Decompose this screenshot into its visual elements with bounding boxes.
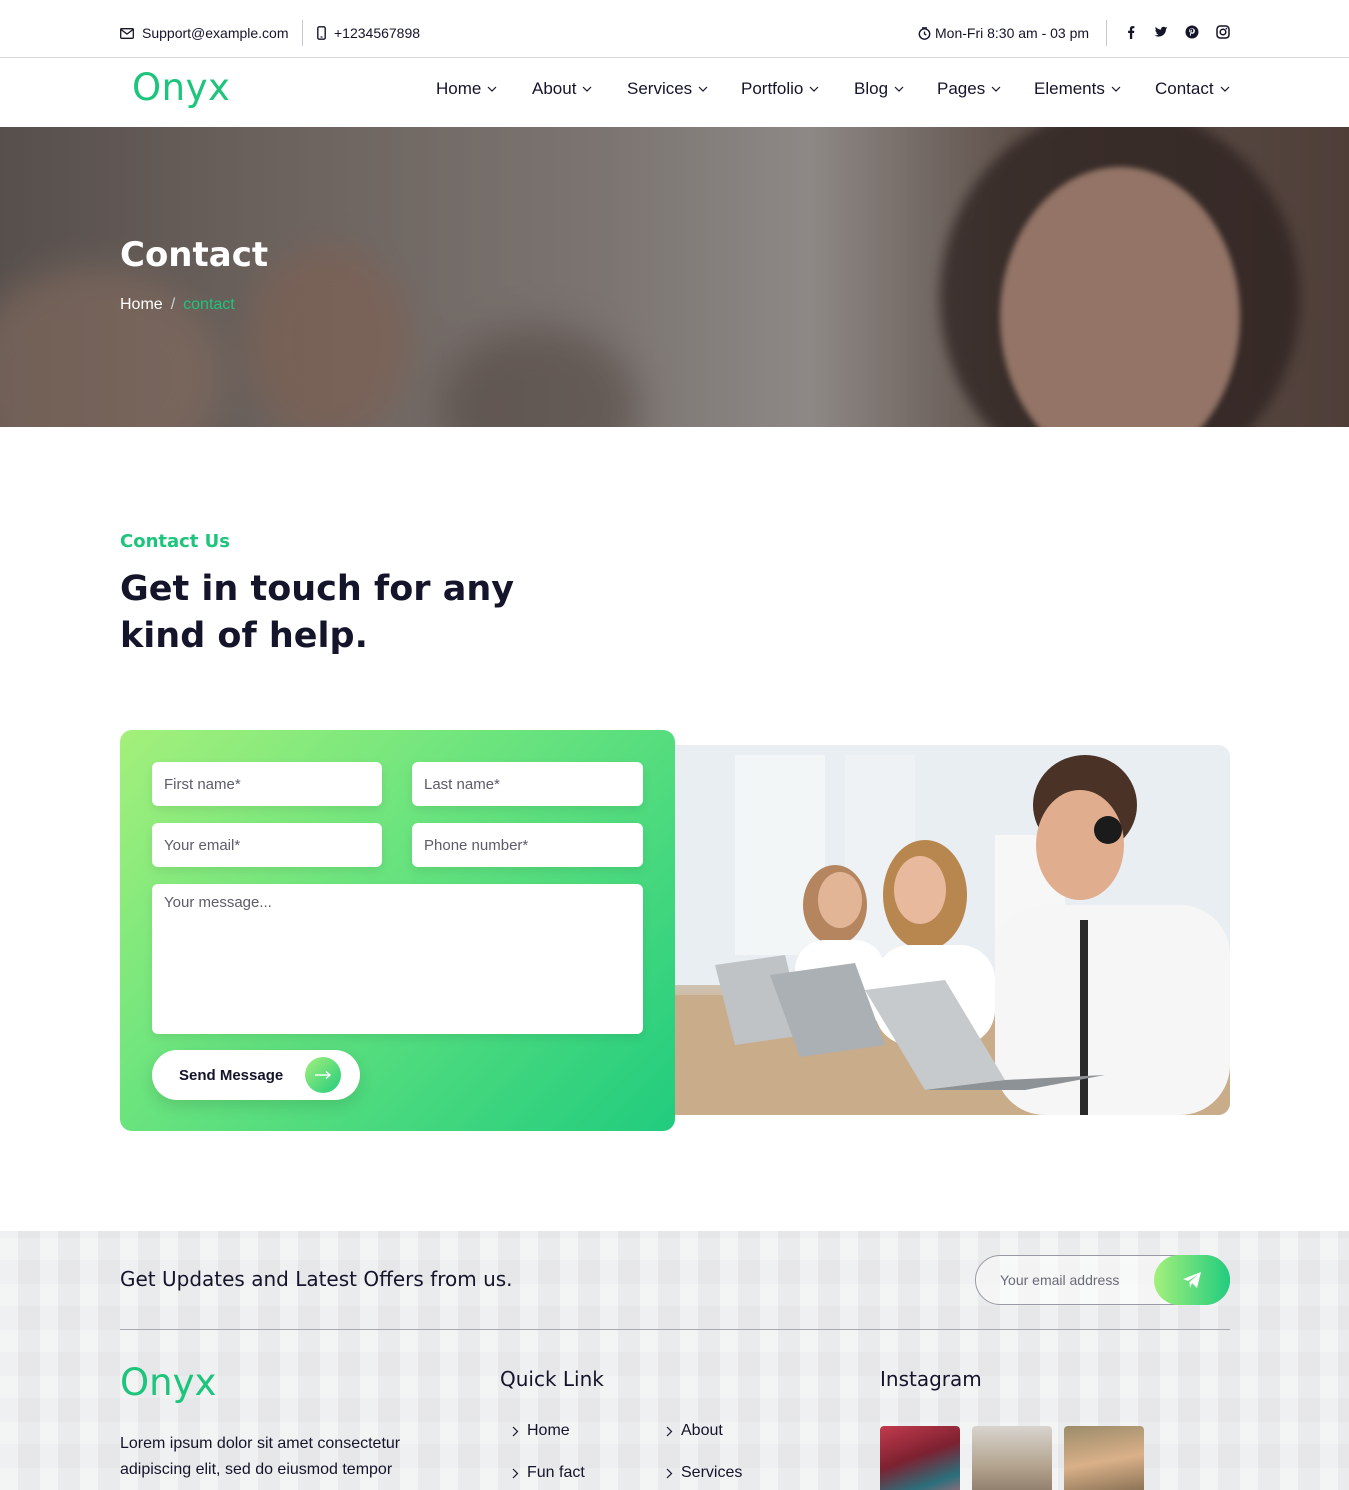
newsletter-title: Get Updates and Latest Offers from us.: [120, 1267, 513, 1291]
nav-item-home[interactable]: Home: [436, 79, 497, 99]
nav-label: Pages: [937, 79, 986, 98]
newsletter-email-input[interactable]: [1000, 1272, 1140, 1288]
newsletter-submit-button[interactable]: [1154, 1255, 1230, 1305]
instagram-icon[interactable]: [1215, 24, 1231, 40]
nav-label: Portfolio: [741, 79, 804, 98]
arrow-right-icon: [305, 1057, 341, 1093]
first-name-field[interactable]: [152, 762, 382, 806]
instagram-photo[interactable]: [880, 1426, 960, 1490]
nav-item-services[interactable]: Services: [627, 79, 708, 99]
contact-form: Send Message: [120, 730, 675, 1131]
top-bar: Support@example.com +1234567898 Mon-Fri …: [0, 0, 1349, 58]
breadcrumb-separator: /: [170, 296, 176, 313]
nav-label: Contact: [1155, 79, 1214, 98]
breadcrumb: Home / contact: [120, 296, 235, 314]
nav-item-contact[interactable]: Contact: [1155, 79, 1230, 99]
breadcrumb-current: contact: [183, 296, 235, 313]
last-name-field[interactable]: [412, 762, 643, 806]
hours-text: Mon-Fri 8:30 am - 03 pm: [935, 25, 1090, 41]
chevron-down-icon: [1111, 86, 1121, 92]
chevron-right-icon: [512, 1468, 519, 1478]
business-hours: Mon-Fri 8:30 am - 03 pm: [918, 23, 1089, 43]
send-message-label: Send Message: [179, 1066, 284, 1084]
breadcrumb-home[interactable]: Home: [120, 296, 163, 314]
footer-link-about[interactable]: About: [666, 1422, 723, 1440]
footer-link-label: About: [681, 1422, 723, 1439]
nav-label: Services: [627, 79, 693, 98]
send-message-button[interactable]: Send Message: [152, 1050, 360, 1100]
divider: [302, 20, 303, 46]
chevron-down-icon: [487, 86, 497, 92]
chevron-down-icon: [698, 86, 708, 92]
instagram-heading: Instagram: [880, 1367, 982, 1391]
nav-label: About: [532, 79, 577, 98]
footer-link-label: Home: [527, 1422, 570, 1439]
page-banner: Contact Home / contact: [0, 127, 1349, 427]
chevron-down-icon: [809, 86, 819, 92]
site-footer: Get Updates and Latest Offers from us. O…: [0, 1231, 1349, 1490]
instagram-photo[interactable]: [972, 1426, 1052, 1490]
nav-item-about[interactable]: About: [532, 79, 592, 99]
phone-field[interactable]: [412, 823, 643, 867]
chevron-right-icon: [512, 1426, 519, 1436]
page-title: Contact: [120, 235, 269, 275]
email-contact[interactable]: Support@example.com: [120, 23, 289, 43]
instagram-photo[interactable]: [1064, 1426, 1144, 1490]
facebook-icon[interactable]: [1123, 24, 1139, 40]
phone-contact[interactable]: +1234567898: [317, 23, 420, 43]
footer-about-text: Lorem ipsum dolor sit amet consectetur a…: [120, 1435, 401, 1478]
footer-link-label: Services: [681, 1464, 743, 1481]
nav-label: Home: [436, 79, 482, 98]
nav-label: Blog: [854, 79, 889, 98]
email-text: Support@example.com: [142, 25, 289, 41]
footer-link-fun-fact[interactable]: Fun fact: [512, 1464, 585, 1482]
nav-item-pages[interactable]: Pages: [937, 79, 1001, 99]
nav-item-elements[interactable]: Elements: [1034, 79, 1121, 99]
section-headline: Get in touch for any kind of help.: [120, 569, 515, 656]
chevron-down-icon: [1220, 86, 1230, 92]
footer-link-services[interactable]: Services: [666, 1464, 742, 1482]
paper-plane-icon: [1183, 1272, 1201, 1288]
footer-link-home[interactable]: Home: [512, 1422, 570, 1440]
chevron-right-icon: [666, 1426, 673, 1436]
newsletter-form: [975, 1255, 1230, 1305]
clock-icon: [918, 26, 931, 40]
chevron-down-icon: [991, 86, 1001, 92]
chevron-right-icon: [666, 1468, 673, 1478]
site-logo[interactable]: Onyx: [132, 66, 230, 109]
footer-divider: [120, 1329, 1230, 1330]
footer-link-label: Fun fact: [527, 1464, 585, 1481]
chevron-down-icon: [583, 86, 592, 92]
twitter-icon[interactable]: [1153, 24, 1169, 40]
message-field[interactable]: [152, 884, 643, 1034]
nav-item-portfolio[interactable]: Portfolio: [741, 79, 819, 99]
phone-text: +1234567898: [334, 25, 421, 41]
quick-link-heading: Quick Link: [500, 1367, 604, 1391]
nav-label: Elements: [1034, 79, 1105, 98]
divider: [1106, 20, 1107, 46]
email-field[interactable]: [152, 823, 382, 867]
main-navbar: Onyx Home About Services Portfolio Blog …: [0, 58, 1349, 127]
call-center-photo: [675, 745, 1230, 1115]
call-center-illustration: [675, 745, 1230, 1115]
section-eyebrow: Contact Us: [120, 531, 231, 552]
banner-overlay: [0, 127, 1349, 427]
nav-item-blog[interactable]: Blog: [854, 79, 904, 99]
mail-icon: [120, 27, 134, 39]
footer-logo[interactable]: Onyx: [120, 1361, 216, 1404]
phone-icon: [317, 26, 326, 40]
pinterest-icon[interactable]: [1184, 24, 1200, 40]
chevron-down-icon: [894, 86, 904, 92]
